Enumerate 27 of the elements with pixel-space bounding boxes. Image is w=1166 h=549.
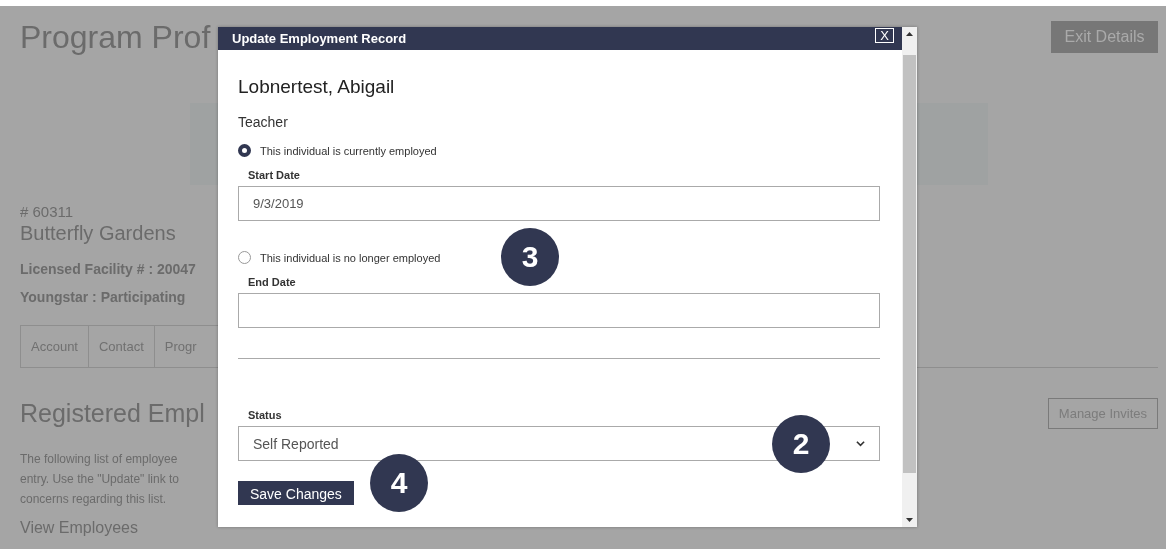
description-text: The following list of employee entry. Use the "Update" link to concerns regarding this list. — [20, 451, 180, 508]
radio-label[interactable]: This individual is no longer employed — [260, 251, 441, 264]
page-title: Program Prof — [20, 18, 211, 57]
save-changes-button[interactable]: Save Changes — [238, 481, 354, 505]
job-title: Teacher — [238, 114, 289, 130]
callout-badge: 3 — [501, 228, 559, 286]
program-fact: Youngstar : Participating — [20, 288, 187, 307]
radio-button[interactable] — [238, 251, 251, 264]
date-field[interactable] — [238, 293, 880, 328]
field-label: Status — [248, 409, 283, 421]
section-title: Registered Empl — [20, 399, 205, 428]
person-name: Lobnertest, Abigail — [238, 75, 396, 99]
radio-label[interactable]: This individual is currently employed — [260, 144, 437, 157]
scrollbar[interactable] — [902, 27, 917, 527]
callout-badge: 2 — [772, 415, 830, 473]
modal-title: Update Employment Record — [232, 31, 407, 46]
close-button[interactable]: X — [875, 28, 894, 43]
chevron-down-icon — [856, 440, 865, 447]
scrollbar-thumb[interactable] — [903, 55, 916, 473]
field-label: End Date — [248, 276, 297, 288]
radio-button[interactable] — [238, 144, 251, 157]
program-fact: Licensed Facility # : 20047 — [20, 260, 197, 279]
date-field[interactable]: 9/3/2019 — [238, 186, 880, 221]
program-number: # 60311 — [20, 203, 75, 221]
program-name: Butterfly Gardens — [20, 221, 177, 245]
callout-badge: 4 — [370, 454, 428, 512]
field-label: Start Date — [248, 169, 301, 181]
